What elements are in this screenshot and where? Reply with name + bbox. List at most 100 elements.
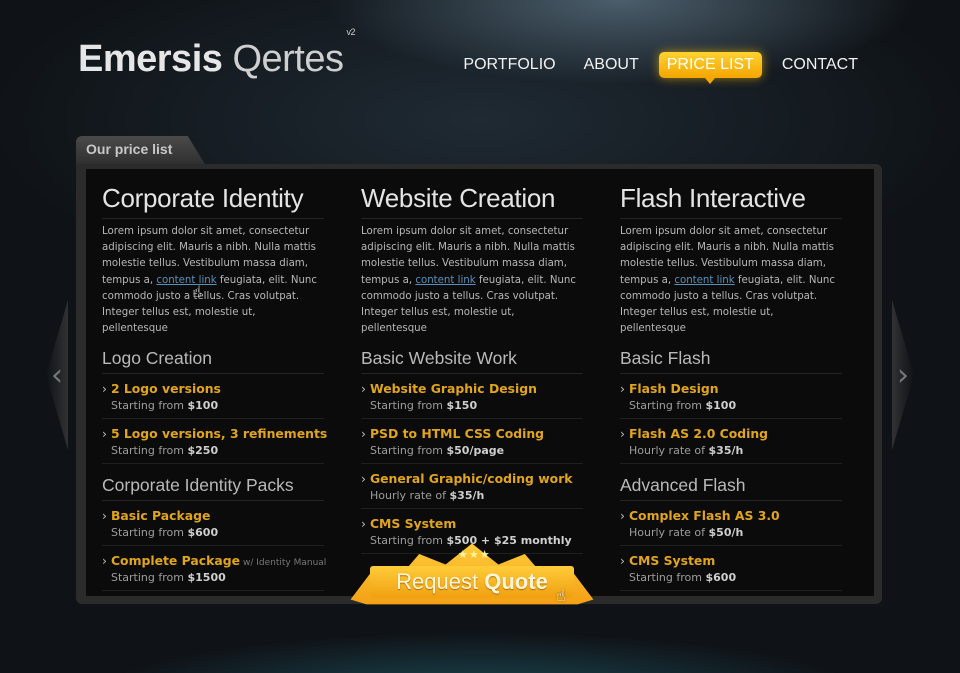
column-title: Website Creation	[361, 183, 583, 219]
price-item[interactable]: › General Graphic/coding work Hourly rate …	[361, 464, 583, 510]
column-corporate-identity: Corporate Identity Lorem ipsum dolor sit …	[102, 183, 327, 592]
column-title: Corporate Identity	[102, 183, 324, 219]
price-line: Starting from $100	[102, 399, 324, 412]
price-value: $1500	[187, 571, 226, 585]
price-item-title[interactable]: › Basic Package	[102, 508, 324, 523]
price-item-title[interactable]: › Flash AS 2.0 Coding	[620, 426, 842, 441]
price-item[interactable]: › Flash Design Starting from $100	[620, 374, 842, 420]
price-line: Hourly rate of $50/h	[620, 526, 842, 539]
price-item-title[interactable]: › Website Graphic Design	[361, 381, 583, 396]
quote-label-bold: Quote	[484, 569, 548, 594]
group-heading: Advanced Flash	[620, 475, 842, 502]
price-line: Starting from $1500	[102, 571, 324, 584]
price-item-name: Complete Package	[110, 553, 240, 569]
price-prefix: Starting from	[111, 526, 184, 540]
price-prefix: Hourly rate of	[629, 526, 706, 540]
price-item-title[interactable]: › Complex Flash AS 3.0	[620, 508, 842, 523]
price-item-title[interactable]: › CMS System	[620, 553, 842, 568]
price-item[interactable]: › Website Graphic Design Starting from $15…	[361, 374, 583, 420]
chevron-right-icon: ›	[620, 508, 625, 524]
price-item[interactable]: › Flash AS 2.0 Coding Hourly rate of $35/h	[620, 419, 842, 465]
price-item-title[interactable]: › 2 Logo versions	[102, 381, 324, 396]
price-item-name: Website Graphic Design	[369, 381, 537, 397]
price-line: Hourly rate of $35/h	[361, 489, 583, 502]
section-tab: Our price list	[76, 136, 206, 166]
price-item-name: Flash AS 2.0 Coding	[628, 426, 769, 442]
price-item[interactable]: › Complete Package w/ Identity Manual Start…	[102, 546, 327, 592]
chevron-right-icon: ›	[361, 381, 366, 397]
column-website-creation: Website Creation Lorem ipsum dolor sit am…	[361, 183, 583, 555]
chevron-right-icon: ›	[620, 553, 625, 569]
price-item-name: CMS System	[628, 553, 716, 569]
content-link[interactable]: content link	[674, 275, 734, 286]
price-item-name: Complex Flash AS 3.0	[628, 508, 780, 524]
price-item-name: General Graphic/coding work	[369, 471, 573, 487]
chevron-right-icon: ›	[620, 426, 625, 442]
price-item[interactable]: › 2 Logo versions Starting from $100	[102, 374, 324, 420]
price-prefix: Hourly rate of	[370, 489, 447, 503]
chevron-right-icon: ›	[361, 516, 366, 532]
price-line: Hourly rate of $35/h	[620, 444, 842, 457]
chevron-right-icon[interactable]: ›	[892, 300, 914, 450]
price-value: $150	[446, 399, 478, 413]
nav-price-list[interactable]: PRICE LIST	[658, 52, 762, 84]
price-value: $35/h	[708, 444, 744, 458]
logo-version: v2	[346, 27, 356, 38]
price-value: $600	[187, 526, 219, 540]
column-description: Lorem ipsum dolor sit amet, consectetur …	[102, 224, 324, 337]
price-item-title[interactable]: › General Graphic/coding work	[361, 471, 583, 486]
price-item-title[interactable]: › Flash Design	[620, 381, 842, 396]
price-line: Starting from $250	[102, 444, 324, 457]
price-prefix: Starting from	[629, 399, 702, 413]
nav-about[interactable]: ABOUT	[576, 52, 647, 78]
group-heading: Basic Flash	[620, 348, 842, 375]
content-link[interactable]: content link	[415, 275, 475, 286]
price-line: Starting from $50/page	[361, 444, 583, 457]
group-heading: Basic Website Work	[361, 348, 583, 375]
quote-label-light: Request	[396, 569, 479, 594]
price-prefix: Hourly rate of	[629, 444, 706, 458]
chevron-right-icon: ›	[102, 381, 107, 397]
chevron-right-icon: ›	[361, 471, 366, 487]
price-item-title[interactable]: › Complete Package w/ Identity Manual	[102, 553, 327, 569]
request-quote-button[interactable]: Request Quote	[370, 566, 574, 598]
stars-icon: ★★★	[458, 548, 491, 561]
price-item[interactable]: › CMS System Starting from $600	[620, 546, 842, 592]
price-item-name: Flash Design	[628, 381, 719, 397]
price-item[interactable]: › 5 Logo versions, 3 refinements Starting …	[102, 419, 327, 465]
price-item-title[interactable]: › PSD to HTML CSS Coding	[361, 426, 583, 441]
nav-portfolio[interactable]: PORTFOLIO	[455, 52, 563, 78]
chevron-right-icon: ›	[102, 426, 107, 442]
price-item-title[interactable]: › 5 Logo versions, 3 refinements	[102, 426, 327, 442]
group-heading: Logo Creation	[102, 348, 324, 375]
price-line: Starting from $100	[620, 399, 842, 412]
price-item-name: 2 Logo versions	[110, 381, 221, 397]
price-prefix: Starting from	[111, 444, 184, 458]
price-value: $100	[187, 399, 219, 413]
price-item-name: PSD to HTML CSS Coding	[369, 426, 545, 442]
site-logo[interactable]: Emersis Qertesv2	[78, 27, 355, 81]
price-value: $100	[705, 399, 737, 413]
price-prefix: Starting from	[370, 399, 443, 413]
column-description: Lorem ipsum dolor sit amet, consectetur …	[361, 224, 583, 337]
chevron-right-icon: ›	[361, 426, 366, 442]
price-value: $50/page	[446, 444, 505, 458]
price-item-note: w/ Identity Manual	[242, 558, 327, 569]
chevron-right-icon: ›	[102, 553, 107, 569]
logo-name-bold: Emersis	[78, 38, 223, 80]
hand-cursor-icon: ☝	[192, 282, 202, 301]
nav-contact[interactable]: CONTACT	[774, 52, 866, 78]
column-flash-interactive: Flash Interactive Lorem ipsum dolor sit a…	[620, 183, 842, 592]
column-description: Lorem ipsum dolor sit amet, consectetur …	[620, 224, 842, 337]
chevron-right-icon: ›	[102, 508, 107, 524]
price-item[interactable]: › Basic Package Starting from $600	[102, 501, 324, 547]
price-item-title[interactable]: › CMS System	[361, 516, 583, 531]
price-prefix: Starting from	[629, 571, 702, 585]
price-item[interactable]: › Complex Flash AS 3.0 Hourly rate of $50/…	[620, 501, 842, 547]
price-item[interactable]: › PSD to HTML CSS Coding Starting from $50…	[361, 419, 583, 465]
chevron-left-icon[interactable]: ‹	[46, 300, 68, 450]
price-prefix: Starting from	[111, 399, 184, 413]
price-line: Starting from $600	[102, 526, 324, 539]
price-value: $600	[705, 571, 737, 585]
content-link[interactable]: content link	[156, 275, 216, 286]
